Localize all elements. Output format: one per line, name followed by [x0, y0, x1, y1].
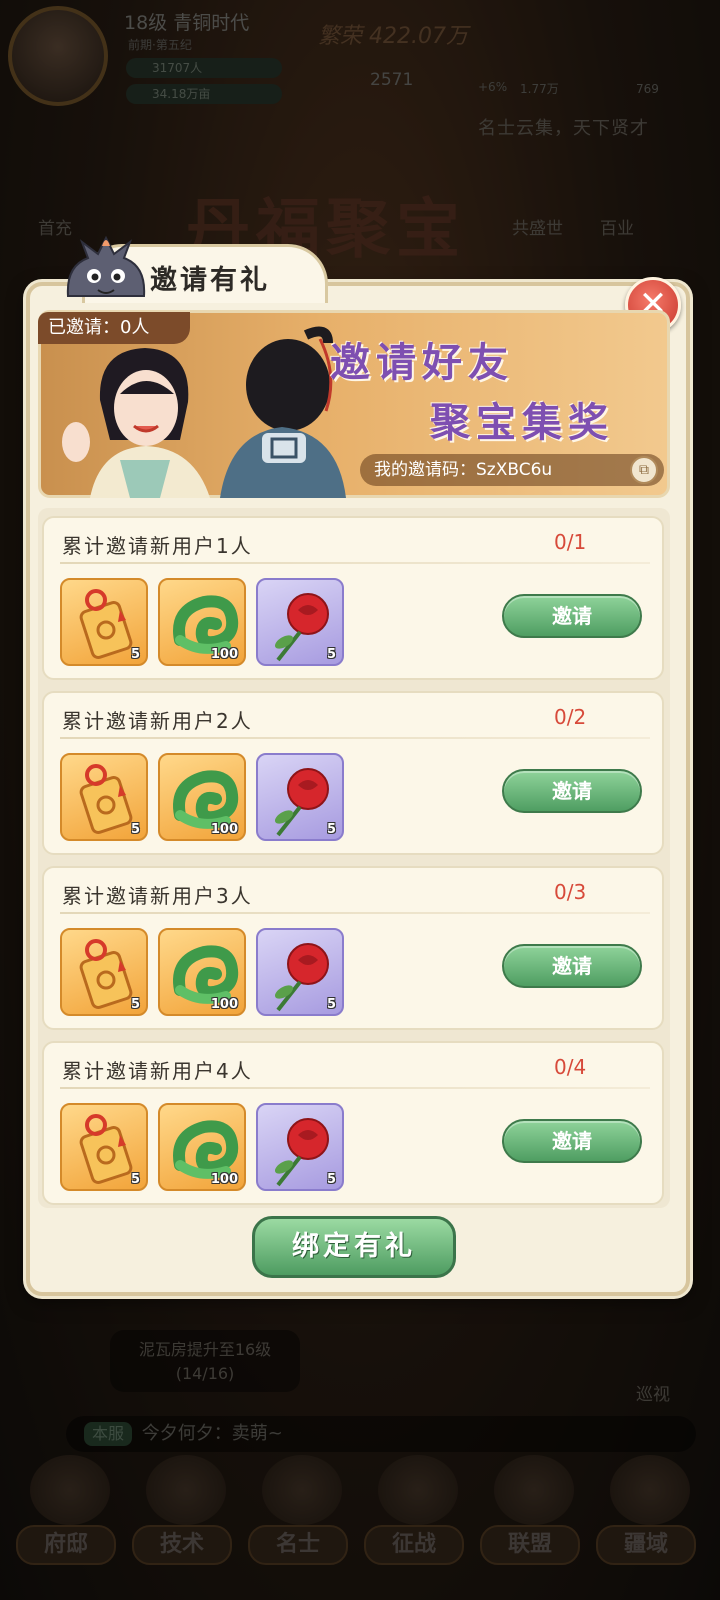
reward-count: 5: [326, 822, 336, 837]
reward-row-progress: 0/2: [554, 705, 587, 729]
copy-code-icon[interactable]: ⧉: [630, 456, 658, 484]
reward-count: 5: [130, 822, 140, 837]
bind-reward-button[interactable]: 绑定有礼: [252, 1216, 456, 1278]
reward-count: 5: [326, 1172, 336, 1187]
banner-title-line1: 邀请好友: [330, 340, 514, 386]
reward-row-progress: 0/1: [554, 530, 587, 554]
boy-character-illustration: [220, 326, 346, 498]
reward-row-title: 累计邀请新用户2人: [62, 709, 253, 733]
girl-character-illustration: [62, 348, 210, 498]
row-divider: [60, 1087, 650, 1089]
token-bag-icon[interactable]: 5: [60, 753, 148, 841]
dragon-mascot-icon: [66, 236, 146, 297]
token-bag-icon[interactable]: 5: [60, 578, 148, 666]
reward-row: 累计邀请新用户2人 0/2 5 100 5 邀请: [42, 691, 664, 855]
jade-dragon-icon[interactable]: 100: [158, 928, 246, 1016]
banner-title-line2: 聚宝集奖: [430, 400, 614, 446]
invite-button[interactable]: 邀请: [502, 769, 642, 813]
rose-icon[interactable]: 5: [256, 578, 344, 666]
reward-row-progress: 0/3: [554, 880, 587, 904]
reward-row-title: 累计邀请新用户3人: [62, 884, 253, 908]
reward-count: 100: [210, 997, 238, 1012]
jade-dragon-icon[interactable]: 100: [158, 578, 246, 666]
reward-count: 5: [130, 647, 140, 662]
invite-button[interactable]: 邀请: [502, 1119, 642, 1163]
invited-count-badge: 已邀请：0人: [38, 312, 190, 344]
reward-count: 100: [210, 822, 238, 837]
invite-button[interactable]: 邀请: [502, 944, 642, 988]
invite-code-bar: 我的邀请码：SzXBC6u: [360, 454, 664, 486]
reward-row: 累计邀请新用户4人 0/4 5 100 5 邀请: [42, 1041, 664, 1205]
row-divider: [60, 737, 650, 739]
jade-dragon-icon[interactable]: 100: [158, 1103, 246, 1191]
reward-row-title: 累计邀请新用户4人: [62, 1059, 253, 1083]
reward-count: 5: [326, 647, 336, 662]
rose-icon[interactable]: 5: [256, 928, 344, 1016]
reward-count: 100: [210, 1172, 238, 1187]
reward-count: 5: [326, 997, 336, 1012]
rose-icon[interactable]: 5: [256, 1103, 344, 1191]
reward-count: 5: [130, 997, 140, 1012]
row-divider: [60, 912, 650, 914]
token-bag-icon[interactable]: 5: [60, 928, 148, 1016]
reward-row: 累计邀请新用户1人 0/1 5 100 5 邀请: [42, 516, 664, 680]
reward-count: 5: [130, 1172, 140, 1187]
invite-button[interactable]: 邀请: [502, 594, 642, 638]
row-divider: [60, 562, 650, 564]
token-bag-icon[interactable]: 5: [60, 1103, 148, 1191]
jade-dragon-icon[interactable]: 100: [158, 753, 246, 841]
reward-row-progress: 0/4: [554, 1055, 587, 1079]
reward-count: 100: [210, 647, 238, 662]
reward-row-title: 累计邀请新用户1人: [62, 534, 253, 558]
modal-title: 邀请有礼: [150, 265, 270, 296]
rose-icon[interactable]: 5: [256, 753, 344, 841]
reward-row: 累计邀请新用户3人 0/3 5 100 5 邀请: [42, 866, 664, 1030]
